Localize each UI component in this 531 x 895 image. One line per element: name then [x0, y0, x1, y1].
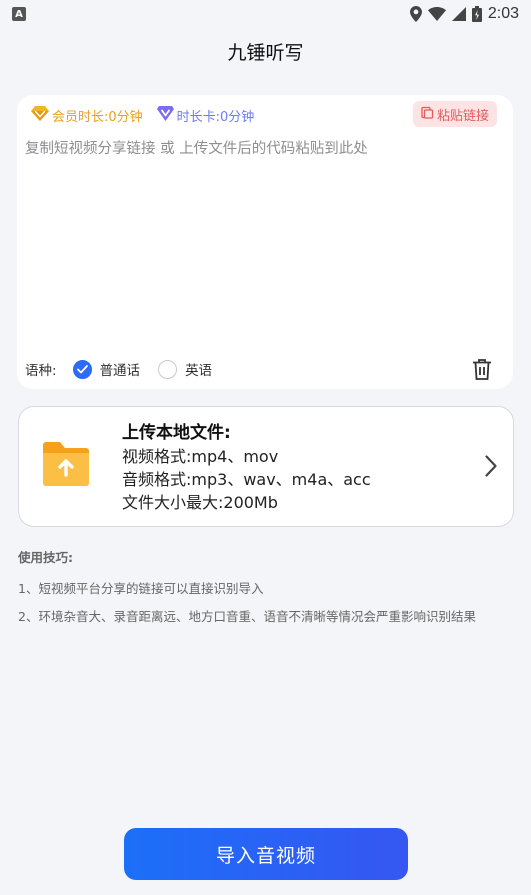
radio-checked-icon [72, 359, 92, 379]
link-input-card: 会员时长:0分钟 时长卡:0分钟 粘贴链接 语种: 普通话 英语 [17, 95, 513, 389]
wifi-icon [427, 7, 446, 21]
tip-item: 1、短视频平台分享的链接可以直接识别导入 [18, 581, 264, 596]
clock: 2:03 [487, 5, 519, 22]
language-option-label: 普通话 [99, 363, 141, 379]
upload-title: 上传本地文件: [122, 423, 231, 443]
link-textarea[interactable] [25, 135, 505, 345]
member-duration-badge: 会员时长:0分钟 [31, 105, 143, 125]
language-option-english[interactable]: 英语 [158, 359, 212, 379]
audio-formats: 音频格式:mp3、wav、m4a、acc [122, 470, 371, 489]
language-option-mandarin[interactable]: 普通话 [72, 359, 141, 379]
paste-icon [421, 106, 434, 123]
balance-badges: 会员时长:0分钟 时长卡:0分钟 [31, 105, 254, 125]
battery-icon [471, 6, 482, 22]
usage-tips: 使用技巧: 1、短视频平台分享的链接可以直接识别导入 2、环境杂音大、录音距离远… [18, 547, 476, 636]
signal-icon [451, 7, 466, 21]
paste-link-label: 粘贴链接 [436, 108, 489, 124]
status-bar-left: A [12, 7, 26, 21]
clear-button[interactable] [473, 359, 491, 384]
radio-unchecked-icon [158, 359, 178, 379]
paste-link-button[interactable]: 粘贴链接 [412, 101, 497, 127]
trash-icon [473, 359, 491, 384]
title-bar: 九锤听写 [0, 34, 531, 68]
video-formats: 视频格式:mp4、mov [122, 447, 279, 466]
chevron-right-icon [485, 455, 497, 481]
upload-local-file-card[interactable]: 上传本地文件: 视频格式:mp4、mov 音频格式:mp3、wav、m4a、ac… [18, 406, 514, 527]
page-title: 九锤听写 [227, 41, 304, 64]
max-file-size: 文件大小最大:200Mb [122, 493, 278, 512]
upload-info: 上传本地文件: 视频格式:mp4、mov 音频格式:mp3、wav、m4a、ac… [122, 421, 371, 514]
card-duration-badge: 时长卡:0分钟 [156, 105, 255, 125]
vip-shield-icon [156, 105, 174, 125]
import-media-button[interactable]: 导入音视频 [124, 828, 408, 880]
app-notification-icon: A [12, 7, 26, 21]
language-selector: 语种: 普通话 英语 [25, 359, 230, 379]
tip-item: 2、环境杂音大、录音距离远、地方口音重、语音不清晰等情况会严重影响识别结果 [18, 609, 476, 624]
card-duration-text: 时长卡:0分钟 [176, 109, 255, 125]
folder-upload-icon [41, 441, 91, 491]
language-option-label: 英语 [185, 363, 213, 379]
tips-title: 使用技巧: [18, 550, 73, 565]
location-icon [409, 6, 422, 22]
status-bar-right: 2:03 [409, 5, 519, 23]
member-duration-text: 会员时长:0分钟 [52, 109, 143, 125]
diamond-icon [31, 105, 49, 125]
language-label: 语种: [25, 363, 57, 379]
status-bar: A 2:03 [0, 0, 531, 28]
